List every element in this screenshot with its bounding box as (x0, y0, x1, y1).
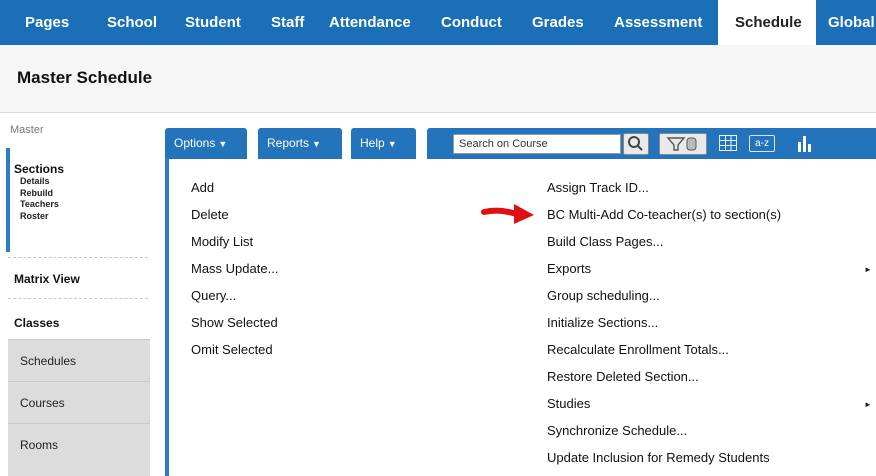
sidebar-section-label: Master (10, 124, 44, 136)
menu-item-exports[interactable]: Exports (547, 261, 591, 276)
help-button[interactable]: Help ▼ (351, 128, 416, 159)
menu-item-show-selected[interactable]: Show Selected (191, 315, 278, 330)
menu-item-omit-selected[interactable]: Omit Selected (191, 342, 273, 357)
search-input[interactable]: Search on Course (453, 134, 621, 154)
caret-down-icon: ▼ (218, 139, 228, 149)
funnel-icon (666, 137, 697, 151)
sidebar-divider (8, 298, 148, 299)
reports-button[interactable]: Reports ▼ (258, 128, 342, 159)
sidebar-divider (8, 257, 148, 258)
toolbar: Options ▼ Reports ▼ Help ▼ Search on Course (165, 128, 876, 159)
help-button-label: Help (360, 136, 385, 150)
caret-down-icon: ▼ (312, 139, 321, 149)
tab-assessment[interactable]: Assessment (614, 0, 702, 45)
caret-down-icon: ▼ (387, 139, 397, 149)
tab-grades[interactable]: Grades (532, 0, 584, 45)
menu-item-update-inclusion-remedy[interactable]: Update Inclusion for Remedy Students (547, 450, 770, 465)
sidebar-sections-group: Sections Details Rebuild Teachers Roster (6, 148, 148, 252)
options-button[interactable]: Options ▼ (165, 128, 247, 159)
menu-item-studies[interactable]: Studies (547, 396, 590, 411)
tab-student[interactable]: Student (185, 0, 241, 45)
sidebar-subitem-roster[interactable]: Roster (20, 211, 148, 223)
bar-chart-icon[interactable] (797, 134, 813, 152)
search-button[interactable] (623, 133, 649, 155)
content-accent-bar (165, 158, 169, 476)
page-header: Master Schedule (0, 45, 876, 113)
menu-item-recalculate-enrollment-totals[interactable]: Recalculate Enrollment Totals... (547, 342, 729, 357)
menu-item-synchronize-schedule[interactable]: Synchronize Schedule... (547, 423, 687, 438)
magnifier-icon (628, 136, 643, 151)
sidebar: Master Sections Details Rebuild Teachers… (0, 114, 150, 476)
menu-item-delete[interactable]: Delete (191, 207, 229, 222)
filter-button[interactable] (659, 133, 707, 155)
submenu-arrow-icon: ► (864, 400, 872, 409)
sidebar-subitem-teachers[interactable]: Teachers (20, 199, 148, 211)
top-nav-bar: Pages School Student Staff Attendance Co… (0, 0, 876, 45)
menu-item-initialize-sections[interactable]: Initialize Sections... (547, 315, 658, 330)
sidebar-item-courses[interactable]: Courses (8, 381, 150, 423)
toolbar-search-group: Search on Course a-z (427, 128, 876, 159)
sidebar-item-schedules[interactable]: Schedules (8, 339, 150, 381)
page-title: Master Schedule (17, 68, 153, 87)
options-button-label: Options (174, 136, 216, 150)
menu-item-assign-track-id[interactable]: Assign Track ID... (547, 180, 649, 195)
tab-school[interactable]: School (107, 0, 157, 45)
sidebar-subitem-details[interactable]: Details (20, 176, 148, 188)
tab-schedule[interactable]: Schedule (718, 0, 816, 45)
menu-item-build-class-pages[interactable]: Build Class Pages... (547, 234, 663, 249)
menu-item-group-scheduling[interactable]: Group scheduling... (547, 288, 660, 303)
sort-az-button[interactable]: a-z (749, 135, 775, 152)
sidebar-item-sections[interactable]: Sections (14, 162, 148, 176)
sidebar-item-classes[interactable]: Classes (14, 316, 59, 330)
tab-pages[interactable]: Pages (25, 0, 69, 45)
menu-item-bc-multi-add-co-teacher[interactable]: BC Multi-Add Co-teacher(s) to section(s) (547, 207, 781, 222)
menu-item-query[interactable]: Query... (191, 288, 236, 303)
menu-item-add[interactable]: Add (191, 180, 214, 195)
sidebar-item-matrix-view[interactable]: Matrix View (14, 272, 80, 286)
grid-view-icon[interactable] (719, 135, 737, 151)
tab-attendance[interactable]: Attendance (329, 0, 411, 45)
tab-staff[interactable]: Staff (271, 0, 304, 45)
menu-item-modify-list[interactable]: Modify List (191, 234, 253, 249)
menu-item-mass-update[interactable]: Mass Update... (191, 261, 278, 276)
reports-button-label: Reports (267, 136, 310, 150)
submenu-arrow-icon: ► (864, 265, 872, 274)
sidebar-subitem-rebuild[interactable]: Rebuild (20, 188, 148, 200)
sidebar-item-rooms[interactable]: Rooms (8, 423, 150, 476)
red-arrow-icon (481, 204, 534, 224)
tab-conduct[interactable]: Conduct (441, 0, 502, 45)
menu-item-restore-deleted-section[interactable]: Restore Deleted Section... (547, 369, 699, 384)
tab-global[interactable]: Global (828, 0, 875, 45)
